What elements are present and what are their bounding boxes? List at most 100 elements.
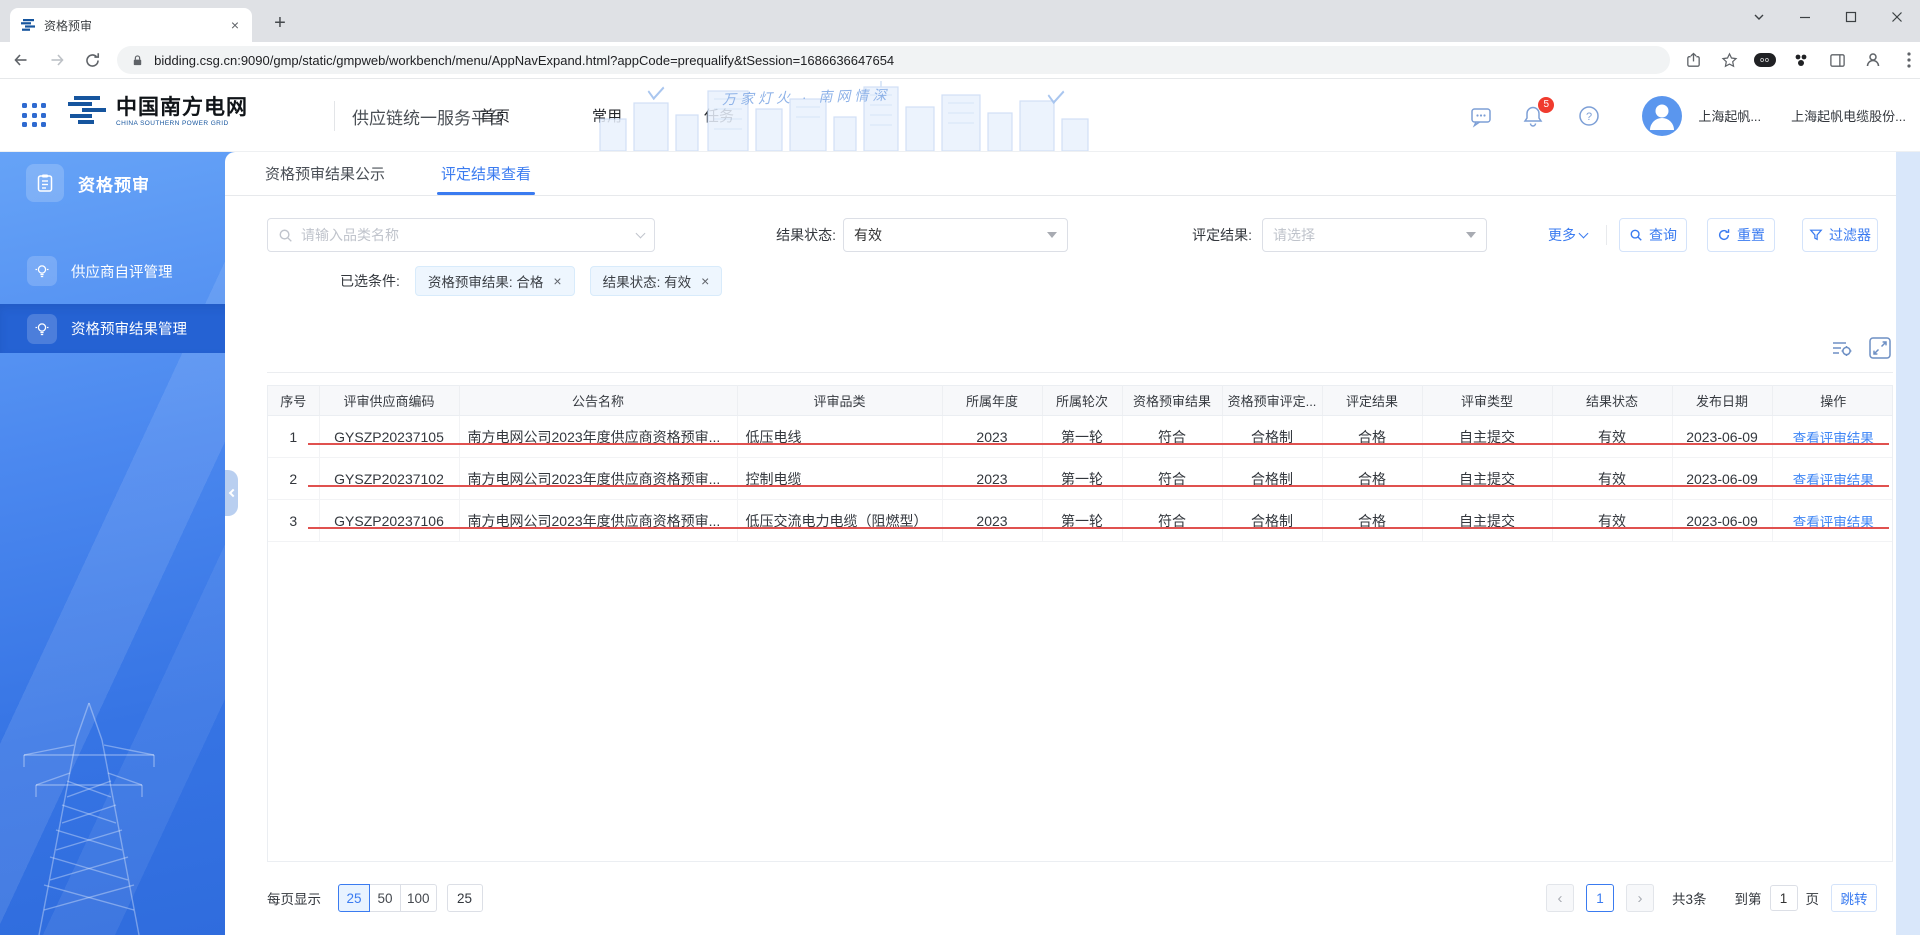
cell-code: GYSZP20237106 (319, 499, 460, 542)
messages-icon[interactable] (1468, 103, 1494, 129)
search-icon (1629, 228, 1643, 242)
brand-caption: CHINA SOUTHERN POWER GRID (116, 119, 229, 127)
cell-code: GYSZP20237105 (319, 415, 460, 458)
page-size-select[interactable]: 25 (446, 884, 483, 912)
column-header: 评定结果 (1322, 385, 1423, 416)
selected-conditions-row: 已选条件: 资格预审结果: 合格 × 结果状态: 有效 × (225, 262, 723, 300)
window-maximize-icon[interactable] (1828, 0, 1874, 34)
side-panel-icon[interactable] (1826, 49, 1848, 71)
selected-conditions-label: 已选条件: (340, 273, 400, 289)
query-button-label: 查询 (1649, 227, 1677, 243)
back-button[interactable] (6, 45, 36, 75)
csg-logo-mark (68, 96, 106, 124)
app-header: 中国南方电网 CHINA SOUTHERN POWER GRID 供应链统一服务… (0, 79, 1920, 152)
forward-button[interactable] (42, 45, 72, 75)
chip-close-icon[interactable]: × (701, 274, 709, 288)
column-header: 序号 (268, 385, 320, 416)
browser-menu-kebab-icon[interactable] (1898, 49, 1920, 71)
tab-title: 资格预审 (44, 18, 93, 33)
page-tabs: 资格预审结果公示 评定结果查看 (225, 152, 1920, 196)
sidebar-item-2[interactable]: 资格预审结果管理 (0, 304, 235, 353)
header-nav-item-1[interactable]: 首页 (470, 105, 520, 126)
status-select-value: 有效 (854, 227, 882, 243)
condition-chip-1: 资格预审结果: 合格 × (414, 266, 575, 296)
filter-button-label: 过滤器 (1829, 227, 1871, 243)
status-filter-label: 结果状态: (776, 227, 836, 243)
tab-2[interactable]: 评定结果查看 (437, 152, 536, 195)
profile-icon[interactable] (1862, 49, 1884, 71)
cell-preq_result: 符合 (1122, 415, 1223, 458)
lock-icon[interactable] (131, 54, 144, 67)
more-filters-link[interactable]: 更多 (1548, 218, 1589, 252)
apps-grid-icon[interactable] (22, 103, 48, 129)
column-settings-icon[interactable] (1830, 336, 1854, 360)
window-chevron-icon[interactable] (1736, 0, 1782, 34)
goto-page-input[interactable] (1769, 885, 1798, 911)
reset-button[interactable]: 重置 (1707, 218, 1775, 252)
page-number-button[interactable]: 1 (1585, 884, 1614, 912)
tab-1[interactable]: 资格预审结果公示 (261, 152, 389, 195)
browser-tab[interactable]: 资格预审 × (10, 8, 252, 42)
evaluation-select[interactable]: 请选择 (1262, 218, 1487, 252)
cell-review_type: 自主提交 (1422, 415, 1553, 458)
next-page-button[interactable]: › (1625, 884, 1654, 912)
company-name[interactable]: 上海起帆电缆股份... (1791, 106, 1906, 125)
table-row: 2 GYSZP20237102 南方电网公司2023年度供应商资格预审... 控制电缆… (268, 457, 1892, 500)
funnel-icon (1809, 228, 1823, 242)
sidebar-app-title[interactable]: 资格预审 (0, 160, 225, 206)
cell-seq: 2 (268, 457, 320, 500)
jump-button[interactable]: 跳转 (1831, 884, 1877, 912)
caret-down-icon (1047, 232, 1057, 238)
bookmark-star-icon[interactable] (1718, 49, 1740, 71)
sidebar-collapse-handle[interactable] (225, 470, 238, 516)
cell-round: 第一轮 (1042, 457, 1123, 500)
brand-name: 中国南方电网 (116, 95, 248, 119)
help-icon[interactable]: ? (1576, 103, 1602, 129)
cell-status: 有效 (1552, 499, 1673, 542)
notification-badge: 5 (1538, 96, 1555, 113)
filter-row: 结果状态: 有效 评定结果: 请选择 更多 查询 重置 过滤器 (225, 218, 1920, 252)
extension-icon-1[interactable]: oo (1754, 53, 1776, 67)
user-name[interactable]: 上海起帆... (1698, 106, 1761, 125)
table-row: 3 GYSZP20237106 南方电网公司2023年度供应商资格预审... 低压交流… (268, 499, 1892, 542)
query-button[interactable]: 查询 (1619, 218, 1687, 252)
header-divider (334, 101, 335, 131)
notifications-bell-icon[interactable]: 5 (1520, 96, 1555, 129)
user-avatar[interactable] (1642, 95, 1683, 136)
page-size-option-25[interactable]: 25 (338, 884, 370, 912)
window-close-icon[interactable] (1874, 0, 1920, 34)
url-text[interactable]: bidding.csg.cn:9090/gmp/static/gmpweb/wo… (154, 53, 894, 68)
page-size-option-50[interactable]: 50 (369, 884, 401, 912)
page-scroll-strip[interactable] (1896, 152, 1920, 935)
sidebar-item-1[interactable]: 供应商自评管理 (0, 248, 225, 294)
cell-date: 2023-06-09 (1672, 415, 1773, 458)
new-tab-button[interactable]: + (266, 9, 294, 37)
category-search-input[interactable] (301, 227, 637, 243)
column-header: 资格预审结果 (1122, 385, 1223, 416)
url-bar[interactable]: bidding.csg.cn:9090/gmp/static/gmpweb/wo… (117, 46, 1670, 74)
column-header: 结果状态 (1552, 385, 1673, 416)
browser-tabstrip: 资格预审 × + (0, 0, 1920, 42)
reload-button[interactable] (77, 45, 107, 75)
window-minimize-icon[interactable] (1782, 0, 1828, 34)
bulb-icon (27, 313, 57, 344)
prev-page-button[interactable]: ‹ (1545, 884, 1574, 912)
cell-announcement: 南方电网公司2023年度供应商资格预审... (459, 415, 738, 458)
goto-prefix: 到第 (1734, 892, 1762, 907)
filter-button[interactable]: 过滤器 (1802, 218, 1878, 252)
sidebar-item-label: 资格预审结果管理 (71, 322, 187, 338)
column-header: 评审品类 (737, 385, 943, 416)
chip-close-icon[interactable]: × (553, 274, 561, 288)
main-content: 资格预审结果公示 评定结果查看 结果状态: 有效 评定结果: 请选择 更多 查询 (225, 152, 1920, 935)
chevron-down-icon (635, 228, 646, 239)
column-header: 发布日期 (1672, 385, 1773, 416)
table-header-row: 序号 评审供应商编码 公告名称 评审品类 所属年度 所属轮次 资格预审结果 资格预审评定...… (268, 385, 1892, 416)
page-size-option-100[interactable]: 100 (400, 884, 437, 912)
fullscreen-icon[interactable] (1868, 336, 1892, 360)
share-icon[interactable] (1682, 49, 1704, 71)
status-select[interactable]: 有效 (843, 218, 1068, 252)
extension-icon-2[interactable] (1790, 49, 1812, 71)
tab-close-icon[interactable]: × (226, 16, 244, 34)
total-count: 共3条 (1671, 892, 1707, 907)
category-search-combobox[interactable] (267, 218, 655, 252)
